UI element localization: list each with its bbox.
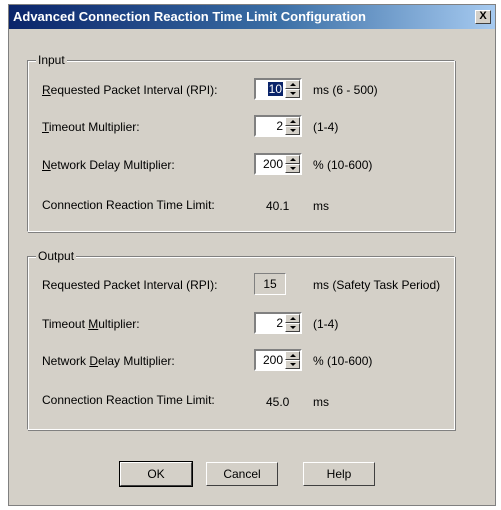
spin-up-icon[interactable] xyxy=(285,80,300,89)
spin-down-icon[interactable] xyxy=(285,126,300,135)
input-limit-value: 40.1 xyxy=(266,199,290,213)
spin-up-icon[interactable] xyxy=(285,314,300,323)
output-rpi-range: ms (Safety Task Period) xyxy=(313,278,441,292)
ok-button[interactable]: OK xyxy=(119,461,193,487)
output-group-legend: Output xyxy=(36,249,77,263)
spin-up-icon[interactable] xyxy=(285,117,300,126)
output-timeout-spinner[interactable]: 2 xyxy=(254,312,302,334)
output-rpi-label: Requested Packet Interval (RPI): xyxy=(42,278,218,292)
output-limit-unit: ms xyxy=(313,395,329,409)
spin-down-icon[interactable] xyxy=(285,323,300,332)
output-delay-range: % (10-600) xyxy=(313,354,373,368)
help-button[interactable]: Help xyxy=(303,462,375,486)
output-timeout-range: (1-4) xyxy=(313,317,339,331)
output-timeout-label: Timeout Multiplier: xyxy=(42,317,140,331)
input-rpi-range: ms (6 - 500) xyxy=(313,83,378,97)
input-delay-label: Network Delay Multiplier: xyxy=(42,158,175,172)
input-group: Input Requested Packet Interval (RPI): 1… xyxy=(27,53,455,232)
close-button[interactable]: X xyxy=(475,10,491,24)
title-bar[interactable]: Advanced Connection Reaction Time Limit … xyxy=(9,5,495,29)
spin-down-icon[interactable] xyxy=(285,360,300,369)
input-timeout-value[interactable]: 2 xyxy=(276,119,283,133)
output-delay-spinner[interactable]: 200 xyxy=(254,349,302,371)
spin-down-icon[interactable] xyxy=(285,89,300,98)
spin-up-icon[interactable] xyxy=(285,155,300,164)
output-group: Output Requested Packet Interval (RPI): … xyxy=(27,249,455,430)
output-rpi-field: 15 xyxy=(254,273,286,295)
input-rpi-label: Requested Packet Interval (RPI): xyxy=(42,83,218,97)
input-rpi-value[interactable]: 10 xyxy=(267,82,283,96)
output-limit-value: 45.0 xyxy=(266,395,290,409)
input-rpi-spinner[interactable]: 10 xyxy=(254,78,302,100)
spin-down-icon[interactable] xyxy=(285,164,300,173)
cancel-button[interactable]: Cancel xyxy=(206,462,278,486)
input-timeout-spinner[interactable]: 2 xyxy=(254,115,302,137)
output-timeout-value[interactable]: 2 xyxy=(276,316,283,330)
input-delay-range: % (10-600) xyxy=(313,158,373,172)
output-delay-label: Network Delay Multiplier: xyxy=(42,354,175,368)
input-timeout-range: (1-4) xyxy=(313,120,339,134)
input-delay-spinner[interactable]: 200 xyxy=(254,153,302,175)
input-limit-label: Connection Reaction Time Limit: xyxy=(42,198,215,212)
input-timeout-label: Timeout Multiplier: xyxy=(42,120,140,134)
close-icon: X xyxy=(479,10,487,22)
window-title: Advanced Connection Reaction Time Limit … xyxy=(13,9,366,24)
spin-up-icon[interactable] xyxy=(285,351,300,360)
input-limit-unit: ms xyxy=(313,199,329,213)
input-delay-value[interactable]: 200 xyxy=(263,157,283,171)
output-delay-value[interactable]: 200 xyxy=(263,353,283,367)
output-rpi-value: 15 xyxy=(263,277,277,291)
input-group-legend: Input xyxy=(36,53,67,67)
output-limit-label: Connection Reaction Time Limit: xyxy=(42,393,215,407)
config-dialog: Advanced Connection Reaction Time Limit … xyxy=(8,4,496,506)
